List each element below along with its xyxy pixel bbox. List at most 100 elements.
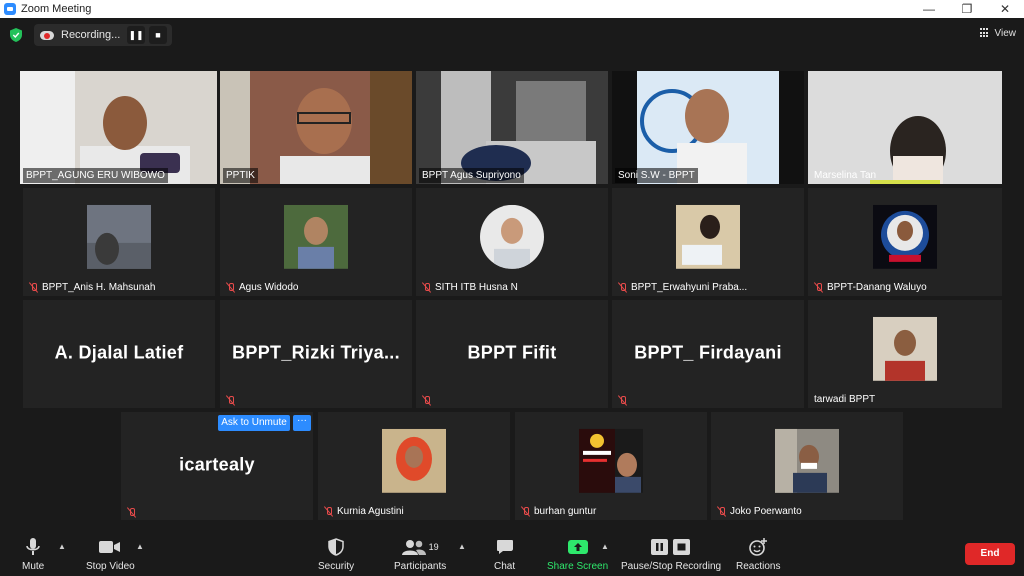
participant-avatar: [873, 204, 937, 269]
recording-indicator: Recording... ❚❚ ■: [34, 24, 172, 46]
stop-recording-button[interactable]: ■: [149, 26, 167, 44]
title-bar: Zoom Meeting — ❐ ✕: [0, 0, 1024, 18]
view-button[interactable]: View: [979, 24, 1017, 42]
gallery-grid-icon: [979, 28, 990, 38]
participant-tile[interactable]: Kurnia Agustini: [318, 412, 510, 520]
participant-display-name: icartealy: [179, 454, 255, 475]
security-shield-icon: [328, 538, 344, 556]
cloud-recording-icon: [40, 30, 54, 40]
participant-avatar: [775, 428, 839, 493]
stop-video-button[interactable]: Stop Video: [86, 536, 135, 572]
participant-tile[interactable]: BPPT_Erwahyuni Praba...: [612, 188, 804, 296]
mic-muted-icon: [127, 507, 136, 518]
participant-name: Marselina Tan: [814, 170, 877, 181]
video-tile[interactable]: PPTIK: [220, 71, 412, 184]
participant-name: Kurnia Agustini: [321, 504, 407, 519]
close-button[interactable]: ✕: [986, 0, 1024, 18]
participant-tile[interactable]: Joko Poerwanto: [711, 412, 903, 520]
participant-avatar: [284, 204, 348, 269]
mic-muted-icon: [226, 395, 235, 406]
participant-name: tarwadi BPPT: [814, 394, 876, 405]
reactions-button[interactable]: Reactions: [736, 536, 780, 572]
participant-name: [124, 506, 143, 519]
participants-options-caret[interactable]: ▲: [458, 542, 466, 551]
participant-name: PPTIK: [223, 168, 258, 183]
mic-muted-icon: [717, 506, 726, 517]
participant-name: [419, 394, 438, 407]
minimize-button[interactable]: —: [910, 0, 948, 18]
meeting-top-bar: Recording... ❚❚ ■ View: [0, 18, 1024, 52]
mic-muted-icon: [521, 506, 530, 517]
participant-tile[interactable]: A. Djalal Latief: [23, 300, 215, 408]
participant-tile[interactable]: BPPT_ Firdayani: [612, 300, 804, 408]
video-options-caret[interactable]: ▲: [136, 542, 144, 551]
share-screen-icon: [567, 540, 588, 554]
participant-name: Agus Widodo: [223, 280, 301, 295]
encryption-shield-icon[interactable]: [10, 28, 22, 42]
mic-muted-icon: [226, 282, 235, 293]
mic-muted-icon: [814, 282, 823, 293]
participant-name: BPPT Agus Supriyono: [419, 168, 524, 183]
mic-muted-icon: [618, 395, 627, 406]
meeting-toolbar: Mute ▲ Stop Video ▲ Security 19 Particip…: [0, 532, 1024, 576]
chat-button[interactable]: Chat: [494, 536, 515, 572]
maximize-button[interactable]: ❐: [948, 0, 986, 18]
participant-name: BPPT_Anis H. Mahsunah: [26, 280, 158, 295]
pause-stop-icon: [651, 539, 691, 555]
participant-display-name: BPPT_Rizki Triya...: [232, 342, 400, 363]
chat-bubble-icon: [496, 540, 513, 554]
participant-name: Joko Poerwanto: [714, 504, 805, 519]
mute-button[interactable]: Mute: [22, 536, 44, 572]
microphone-icon: [26, 538, 40, 555]
participant-avatar: [873, 316, 937, 381]
participants-icon: [401, 540, 426, 555]
participant-display-name: A. Djalal Latief: [54, 342, 184, 363]
window-controls: — ❐ ✕: [910, 0, 1024, 18]
share-options-caret[interactable]: ▲: [601, 542, 609, 551]
participant-tile[interactable]: BPPT_Rizki Triya...: [220, 300, 412, 408]
participant-name: BPPT-Danang Waluyo: [811, 280, 930, 295]
end-meeting-button[interactable]: End: [965, 543, 1015, 565]
video-tile[interactable]: BPPT_AGUNG ERU WIBOWO: [20, 71, 217, 184]
window-title: Zoom Meeting: [21, 3, 92, 15]
view-label: View: [994, 27, 1017, 39]
participant-display-name: BPPT Fifit: [467, 342, 557, 363]
participant-name: [223, 394, 242, 407]
share-screen-button[interactable]: Share Screen: [547, 536, 608, 572]
reactions-smiley-icon: [749, 538, 768, 556]
participant-avatar: [382, 428, 446, 493]
mic-muted-icon: [618, 282, 627, 293]
video-tile[interactable]: Marselina Tan: [808, 71, 1002, 184]
participant-avatar: [87, 204, 151, 269]
participant-tile[interactable]: Agus Widodo: [220, 188, 412, 296]
participant-name: BPPT_Erwahyuni Praba...: [615, 280, 750, 295]
participant-tile[interactable]: tarwadi BPPT: [808, 300, 1002, 408]
participant-tile[interactable]: burhan guntur: [515, 412, 707, 520]
ask-to-unmute-button[interactable]: Ask to Unmute: [218, 415, 290, 431]
participant-name: [615, 394, 634, 407]
mic-muted-icon: [324, 506, 333, 517]
participant-tile[interactable]: BPPT-Danang Waluyo: [808, 188, 1002, 296]
participant-name: Soni S.W - BPPT: [615, 168, 698, 183]
participant-avatar: [579, 428, 643, 493]
participant-name: burhan guntur: [518, 504, 599, 519]
security-button[interactable]: Security: [318, 536, 354, 572]
participant-avatar: [676, 204, 740, 269]
recording-label: Recording...: [61, 29, 121, 41]
participants-button[interactable]: 19 Participants: [394, 536, 446, 572]
mic-muted-icon: [422, 395, 431, 406]
participant-display-name: BPPT_ Firdayani: [634, 342, 782, 363]
audio-options-caret[interactable]: ▲: [58, 542, 66, 551]
video-tile[interactable]: Soni S.W - BPPT: [612, 71, 804, 184]
participant-name: SITH ITB Husna N: [419, 280, 521, 295]
participant-tile[interactable]: SITH ITB Husna N: [416, 188, 608, 296]
participant-tile[interactable]: BPPT_Anis H. Mahsunah: [23, 188, 215, 296]
zoom-app-icon: [4, 3, 16, 15]
participant-avatar: [480, 204, 544, 269]
participant-count: 19: [428, 542, 439, 552]
pause-stop-recording-button[interactable]: Pause/Stop Recording: [621, 536, 721, 572]
more-options-button[interactable]: ···: [293, 415, 311, 431]
pause-recording-button[interactable]: ❚❚: [127, 26, 145, 44]
video-tile[interactable]: BPPT Agus Supriyono: [416, 71, 608, 184]
participant-tile[interactable]: BPPT Fifit: [416, 300, 608, 408]
